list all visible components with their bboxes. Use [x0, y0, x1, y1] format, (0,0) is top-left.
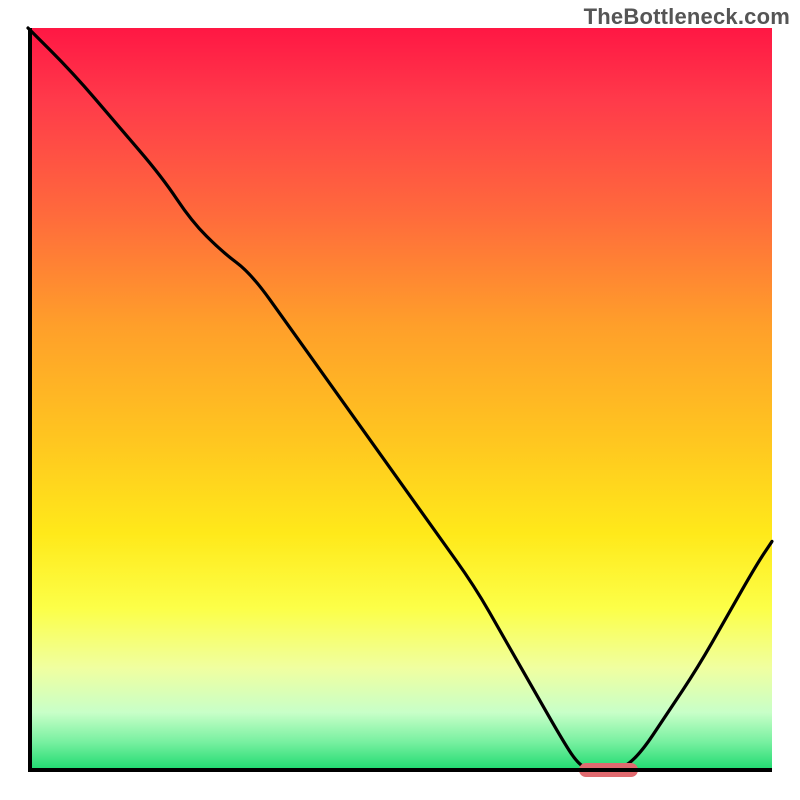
plot-area [28, 28, 772, 772]
optimal-range-marker [579, 763, 639, 777]
chart-container: TheBottleneck.com [0, 0, 800, 800]
bottleneck-curve [28, 28, 772, 772]
watermark-text: TheBottleneck.com [584, 4, 790, 30]
